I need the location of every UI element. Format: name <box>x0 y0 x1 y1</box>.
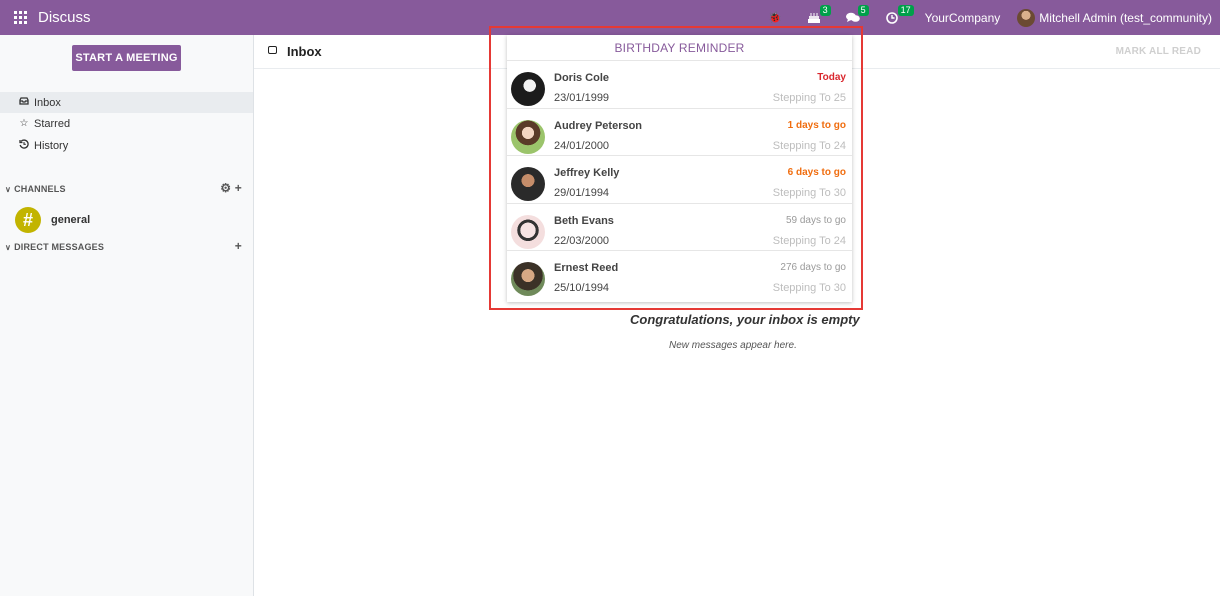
cake-icon <box>807 13 820 23</box>
birthday-reminder-title: BIRTHDAY REMINDER <box>507 35 852 61</box>
birthday-date: 22/03/2000 <box>554 234 610 247</box>
stepping-to-age: Stepping To 24 <box>772 139 846 152</box>
sidebar-item-starred[interactable]: ☆ Starred <box>0 113 253 134</box>
discuss-sidebar: START A MEETING Inbox ☆ Starred History … <box>0 35 254 596</box>
birthday-name: Beth Evans <box>554 214 614 227</box>
chevron-down-icon: ∨ <box>5 184 12 194</box>
channel-general[interactable]: # general <box>15 207 90 233</box>
mark-all-read-button[interactable]: MARK ALL READ <box>1116 46 1201 57</box>
birthday-name: Jeffrey Kelly <box>554 167 620 179</box>
start-meeting-button[interactable]: START A MEETING <box>72 45 181 71</box>
chevron-down-icon: ∨ <box>5 242 12 252</box>
channel-name: general <box>51 214 91 226</box>
birthday-date: 29/01/1994 <box>554 187 610 199</box>
birthday-row[interactable]: Beth Evans 22/03/2000 59 days to go Step… <box>507 204 852 251</box>
user-name: Mitchell Admin (test_community) <box>1039 10 1212 25</box>
sidebar-item-label: History <box>34 139 69 152</box>
days-to-go: 276 days to go <box>780 262 846 273</box>
messages-badge: 5 <box>857 5 869 16</box>
birthday-row[interactable]: Ernest Reed 25/10/1994 276 days to go St… <box>507 251 852 299</box>
birthday-row[interactable]: Jeffrey Kelly 29/01/1994 6 days to go St… <box>507 156 852 204</box>
days-to-go: 6 days to go <box>787 167 846 178</box>
direct-messages-section-header[interactable]: ∨ DIRECT MESSAGES + <box>5 239 250 255</box>
days-to-go: 1 days to go <box>787 119 846 131</box>
add-channel-icon[interactable]: + <box>235 181 242 195</box>
stepping-to-age: Stepping To 24 <box>772 234 846 247</box>
direct-messages-label: DIRECT MESSAGES <box>14 242 105 252</box>
stepping-to-age: Stepping To 30 <box>772 187 846 199</box>
channels-label: CHANNELS <box>14 184 66 194</box>
channel-actions: ⚙ + <box>220 181 242 195</box>
gear-icon[interactable]: ⚙ <box>220 181 231 195</box>
avatar <box>511 262 545 296</box>
stepping-to-age: Stepping To 30 <box>772 282 846 294</box>
days-to-go: 59 days to go <box>785 214 846 226</box>
page-title: Inbox <box>287 44 322 59</box>
star-icon: ☆ <box>19 118 29 129</box>
avatar <box>511 72 545 106</box>
history-icon <box>18 139 30 152</box>
company-switcher[interactable]: YourCompany <box>925 11 1001 25</box>
birthday-reminder-popup: BIRTHDAY REMINDER Doris Cole 23/01/1999 … <box>507 35 852 302</box>
channels-section-header[interactable]: ∨ CHANNELS ⚙ + <box>5 181 250 197</box>
sidebar-item-label: Inbox <box>34 96 61 109</box>
activity-button[interactable]: 3 <box>807 5 831 23</box>
activity-badge: 3 <box>819 5 831 16</box>
sidebar-item-inbox[interactable]: Inbox <box>0 92 253 113</box>
activities-clock-button[interactable]: 17 <box>885 4 914 24</box>
avatar <box>511 119 545 154</box>
apps-grid-icon[interactable] <box>14 11 27 24</box>
birthday-name: Ernest Reed <box>554 262 619 274</box>
stepping-to-age: Stepping To 25 <box>772 92 846 104</box>
app-title[interactable]: Discuss <box>38 9 91 26</box>
clock-badge: 17 <box>897 4 914 16</box>
channel-hash-icon: # <box>15 207 41 233</box>
birthday-date: 23/01/1999 <box>554 92 610 104</box>
inbox-icon <box>18 97 30 108</box>
birthday-date: 24/01/2000 <box>554 139 610 152</box>
birthday-date: 25/10/1994 <box>554 282 610 294</box>
messages-button[interactable]: 5 <box>845 5 869 23</box>
user-menu[interactable]: Mitchell Admin (test_community) <box>1017 8 1212 27</box>
empty-inbox-title: Congratulations, your inbox is empty <box>630 312 860 327</box>
user-avatar <box>1017 8 1036 27</box>
sidebar-item-label: Starred <box>34 117 71 130</box>
bug-icon: 🐞 <box>767 12 782 24</box>
birthday-row[interactable]: Audrey Peterson 24/01/2000 1 days to go … <box>507 109 852 156</box>
clock-icon <box>885 11 898 24</box>
birthday-name: Audrey Peterson <box>554 119 643 132</box>
avatar <box>511 167 545 201</box>
birthday-name: Doris Cole <box>554 72 610 84</box>
avatar <box>511 214 545 249</box>
sidebar-item-history[interactable]: History <box>0 135 253 156</box>
debug-bug-button[interactable]: 🐞 <box>768 11 782 24</box>
empty-inbox-subtitle: New messages appear here. <box>669 340 797 351</box>
days-to-go: Today <box>817 72 846 83</box>
inbox-icon <box>268 46 277 54</box>
add-direct-message-icon[interactable]: + <box>235 239 242 253</box>
birthday-row[interactable]: Doris Cole 23/01/1999 Today Stepping To … <box>507 61 852 109</box>
